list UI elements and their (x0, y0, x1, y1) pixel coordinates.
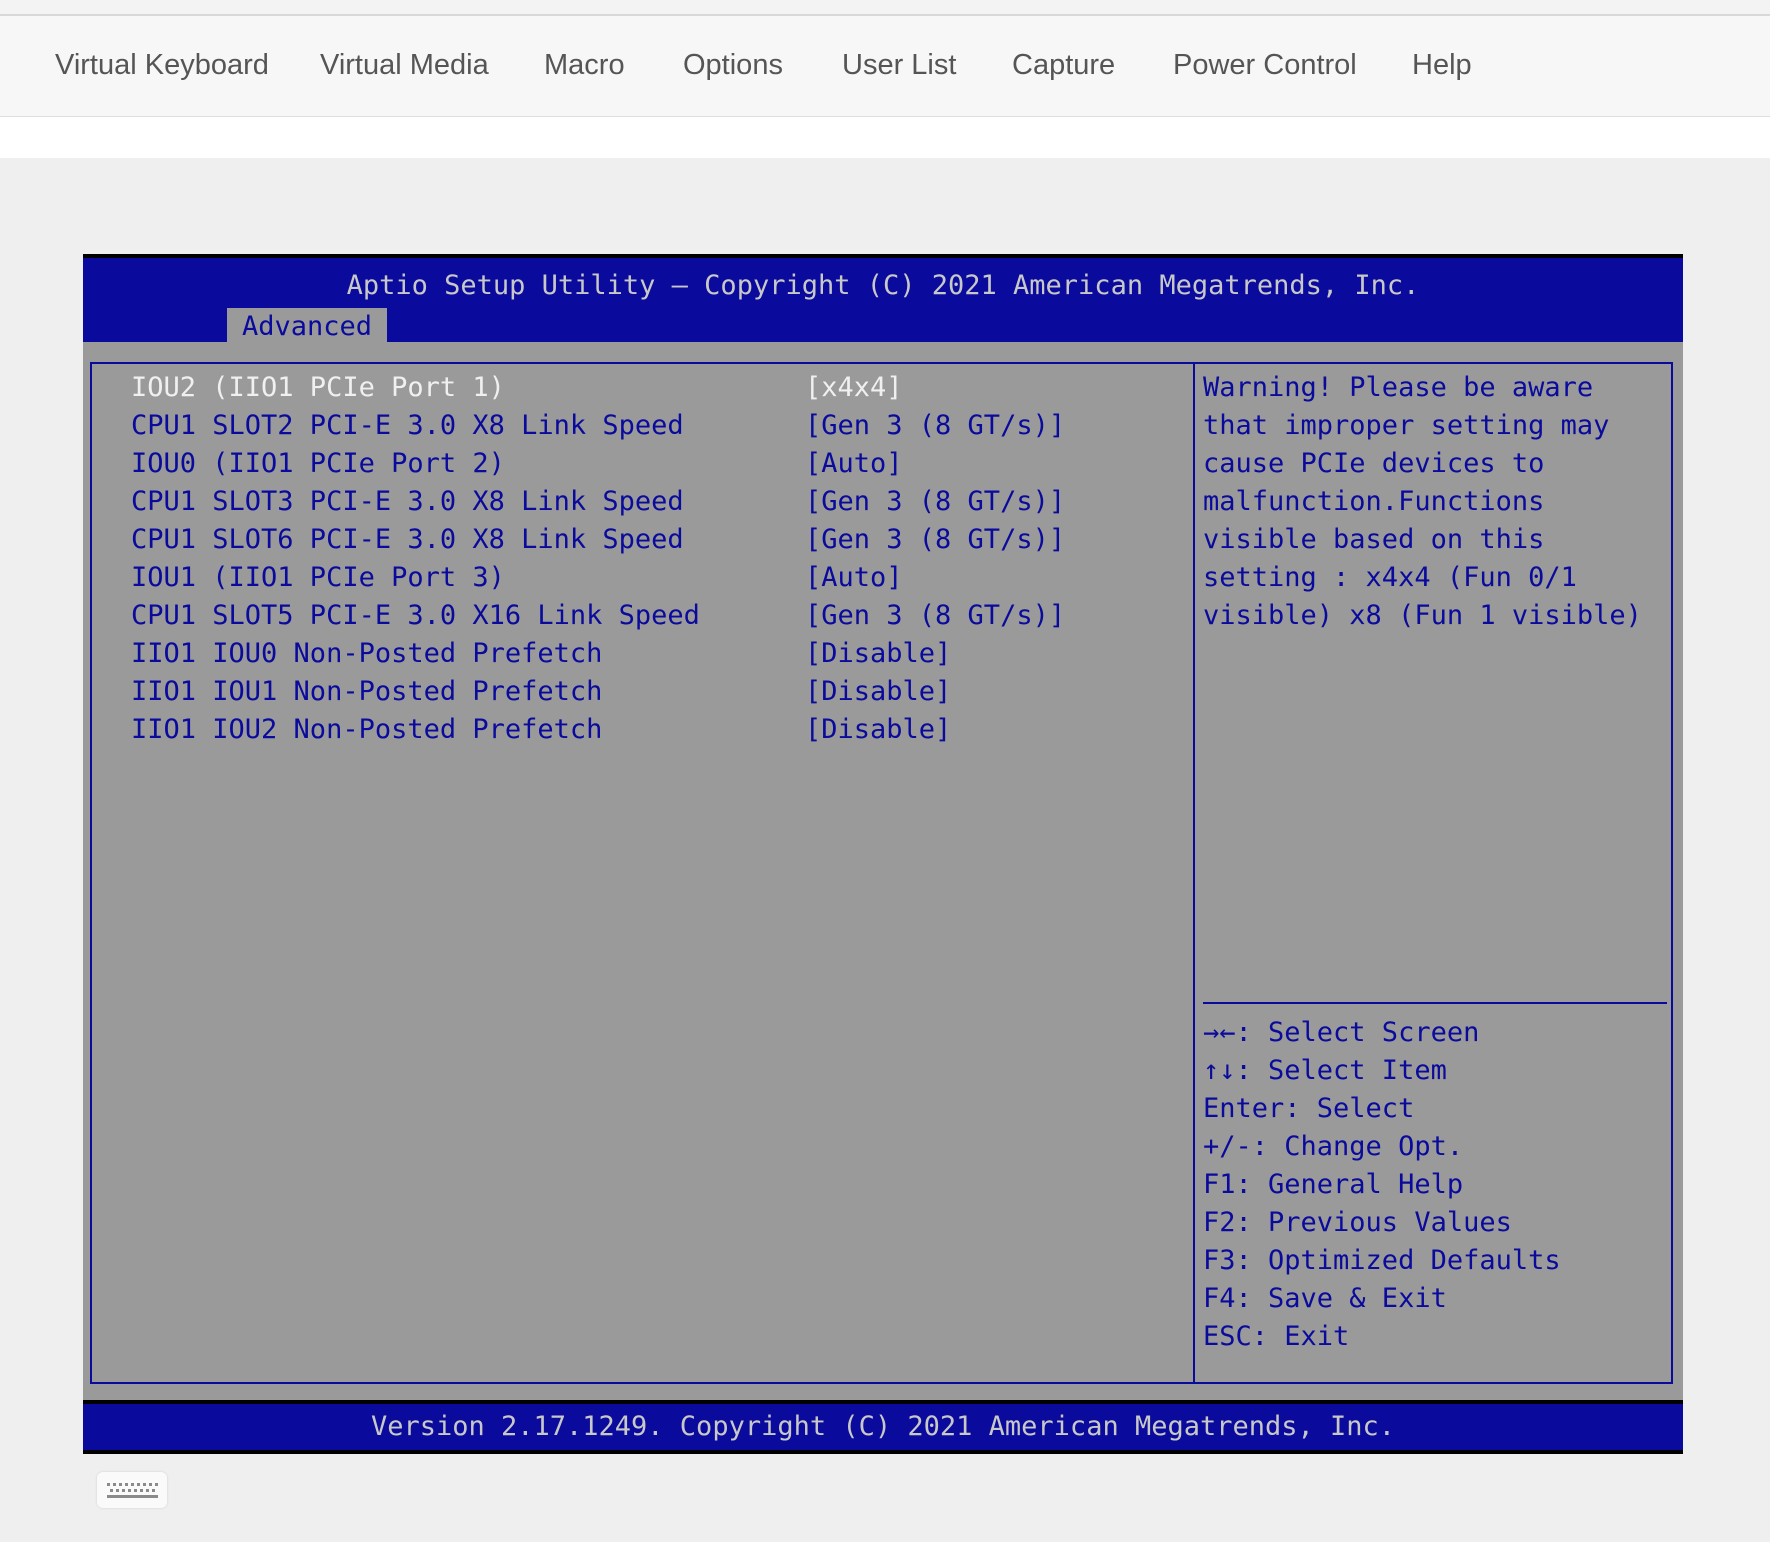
menu-virtual-media[interactable]: Virtual Media (320, 49, 489, 82)
menu-capture[interactable]: Capture (1012, 49, 1115, 82)
help-text-line: Warning! Please be aware (1203, 372, 1594, 403)
option-value[interactable]: [Gen 3 (8 GT/s)] (805, 410, 1065, 441)
option-value[interactable]: [Gen 3 (8 GT/s)] (805, 524, 1065, 555)
option-name: CPU1 SLOT5 PCI-E 3.0 X16 Link Speed (131, 600, 700, 631)
option-value[interactable]: [Disable] (805, 676, 951, 707)
help-divider (1203, 1002, 1667, 1004)
menu-virtual-keyboard[interactable]: Virtual Keyboard (55, 49, 269, 82)
help-text-line: visible) x8 (Fun 1 visible) (1203, 600, 1642, 631)
key-help-line: ESC: Exit (1203, 1321, 1350, 1352)
option-name: IIO1 IOU0 Non-Posted Prefetch (131, 638, 603, 669)
key-help-line: →←: Select Screen (1203, 1017, 1480, 1048)
option-value[interactable]: [Gen 3 (8 GT/s)] (805, 600, 1065, 631)
option-value[interactable]: [Disable] (805, 638, 951, 669)
option-name: IOU0 (IIO1 PCIe Port 2) (131, 448, 505, 479)
option-name: IIO1 IOU2 Non-Posted Prefetch (131, 714, 603, 745)
top-edge (0, 0, 1770, 16)
option-value[interactable]: [Auto] (805, 448, 903, 479)
key-help-line: F4: Save & Exit (1203, 1283, 1447, 1314)
option-value[interactable]: [x4x4] (805, 372, 903, 403)
key-help-line: F1: General Help (1203, 1169, 1464, 1200)
bios-header: Aptio Setup Utility – Copyright (C) 2021… (83, 258, 1683, 346)
option-name: IOU1 (IIO1 PCIe Port 3) (131, 562, 505, 593)
key-help-line: ↑↓: Select Item (1203, 1055, 1447, 1086)
keyboard-icon (107, 1483, 158, 1498)
option-name: CPU1 SLOT2 PCI-E 3.0 X8 Link Speed (131, 410, 684, 441)
menu-bar: Virtual Keyboard Virtual Media Macro Opt… (0, 16, 1770, 117)
panel-divider (1193, 362, 1195, 1384)
key-help-line: +/-: Change Opt. (1203, 1131, 1464, 1162)
tab-advanced[interactable]: Advanced (227, 308, 387, 346)
help-text-line: that improper setting may (1203, 410, 1610, 441)
menu-user-list[interactable]: User List (842, 49, 956, 82)
bios-body: IOU2 (IIO1 PCIe Port 1) [x4x4] CPU1 SLOT… (83, 342, 1683, 1400)
bios-screen[interactable]: Aptio Setup Utility – Copyright (C) 2021… (83, 254, 1683, 1454)
help-text-line: setting : x4x4 (Fun 0/1 (1203, 562, 1577, 593)
keyboard-button[interactable] (97, 1472, 167, 1508)
option-name: CPU1 SLOT6 PCI-E 3.0 X8 Link Speed (131, 524, 684, 555)
key-help-line: F2: Previous Values (1203, 1207, 1512, 1238)
menu-help[interactable]: Help (1412, 49, 1472, 82)
menu-options[interactable]: Options (683, 49, 783, 82)
menu-macro[interactable]: Macro (544, 49, 625, 82)
key-help-line: F3: Optimized Defaults (1203, 1245, 1561, 1276)
bios-title: Aptio Setup Utility – Copyright (C) 2021… (346, 270, 1420, 301)
option-name: IIO1 IOU1 Non-Posted Prefetch (131, 676, 603, 707)
key-help-line: Enter: Select (1203, 1093, 1415, 1124)
option-value[interactable]: [Auto] (805, 562, 903, 593)
option-value[interactable]: [Gen 3 (8 GT/s)] (805, 486, 1065, 517)
toolbar-spacer (0, 117, 1770, 158)
bios-footer: Version 2.17.1249. Copyright (C) 2021 Am… (83, 1404, 1683, 1450)
help-text-line: visible based on this (1203, 524, 1545, 555)
option-value[interactable]: [Disable] (805, 714, 951, 745)
help-text-line: malfunction.Functions (1203, 486, 1545, 517)
help-text-line: cause PCIe devices to (1203, 448, 1545, 479)
option-name: IOU2 (IIO1 PCIe Port 1) (131, 372, 505, 403)
option-name: CPU1 SLOT3 PCI-E 3.0 X8 Link Speed (131, 486, 684, 517)
menu-power-control[interactable]: Power Control (1173, 49, 1357, 82)
